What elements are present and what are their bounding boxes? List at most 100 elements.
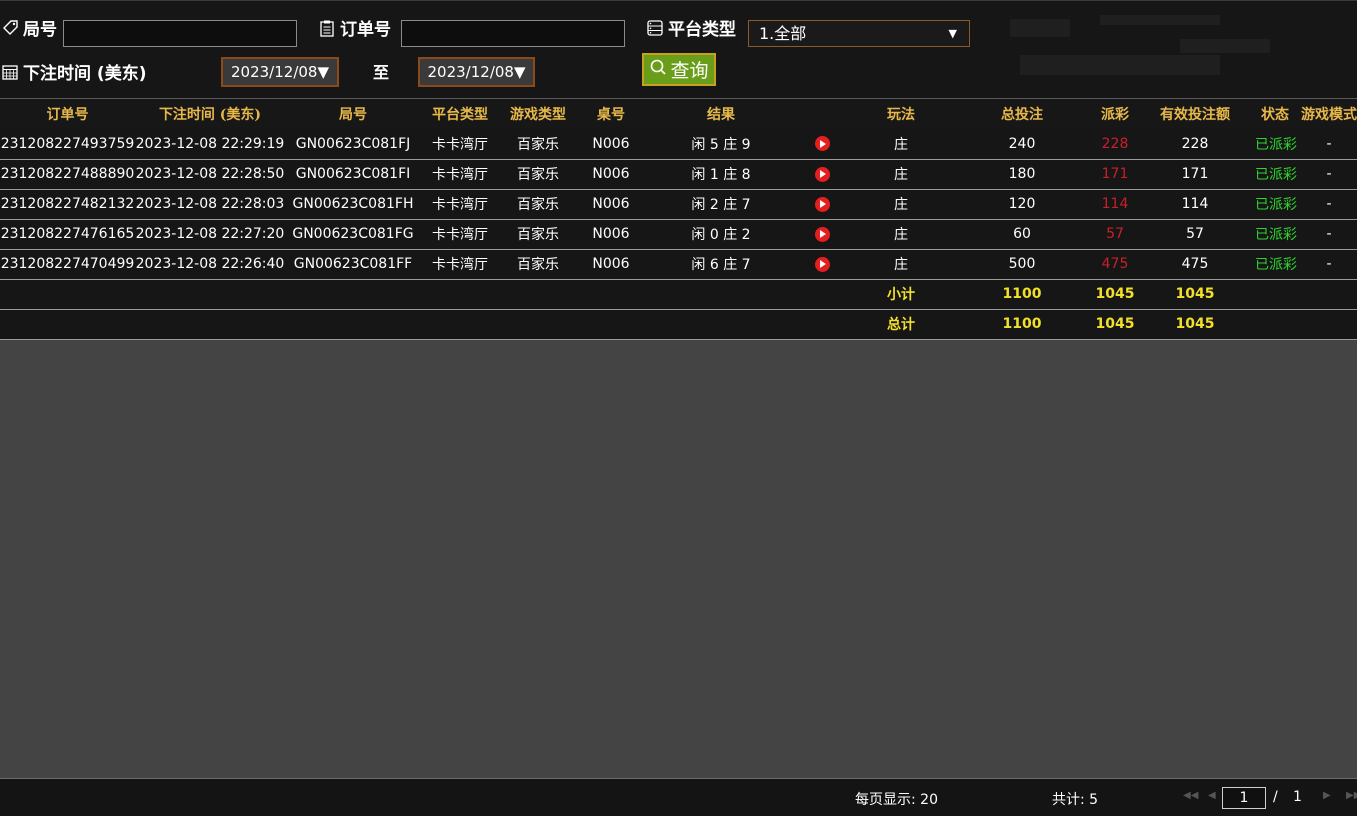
total-label: 总计 xyxy=(847,309,955,340)
bet-time-cell: 2023-12-08 22:27:20 xyxy=(135,219,285,250)
first-page-icon[interactable]: ◀◀ xyxy=(1183,790,1198,801)
platform-cell: 卡卡湾厅 xyxy=(421,129,499,160)
date-from-picker[interactable]: 2023/12/08▼ xyxy=(221,57,339,87)
play-type-cell: 庄 xyxy=(847,129,955,160)
round-cell: GN00623C081FG xyxy=(285,219,421,250)
col-header-table-no[interactable]: 桌号 xyxy=(577,99,645,129)
table-no-cell: N006 xyxy=(577,249,645,280)
status-cell: 已派彩 xyxy=(1249,129,1301,160)
order-cell: 231208227470499 xyxy=(0,249,135,280)
col-header-platform[interactable]: 平台类型 xyxy=(421,99,499,129)
order-number-input[interactable] xyxy=(401,20,625,47)
payout-cell: 57 xyxy=(1089,219,1141,250)
total-count-text: 共计: 5 xyxy=(1052,792,1099,808)
table-header-row: 订单号 下注时间 (美东) 局号 平台类型 游戏类型 桌号 结果 玩法 总投注 … xyxy=(0,99,1357,129)
valid-bet-cell: 114 xyxy=(1141,189,1249,220)
bet-time-label: 下注时间 (美东) xyxy=(1,59,146,84)
table-row: 231208227476165 2023-12-08 22:27:20 GN00… xyxy=(0,219,1357,250)
total-bet: 1100 xyxy=(955,309,1089,340)
subtotal-payout: 1045 xyxy=(1089,279,1141,310)
game-type-cell: 百家乐 xyxy=(499,129,577,160)
payout-cell: 114 xyxy=(1089,189,1141,220)
last-page-icon[interactable]: ▶▶ xyxy=(1346,790,1357,801)
total-valid: 1045 xyxy=(1141,309,1249,340)
result-cell: 闲 6 庄 7 xyxy=(645,249,797,280)
table-no-cell: N006 xyxy=(577,219,645,250)
prev-page-icon[interactable]: ◀ xyxy=(1208,790,1216,801)
col-header-video xyxy=(797,99,847,129)
subtotal-valid: 1045 xyxy=(1141,279,1249,310)
play-icon[interactable] xyxy=(814,196,830,212)
game-type-cell: 百家乐 xyxy=(499,249,577,280)
table-row: 231208227470499 2023-12-08 22:26:40 GN00… xyxy=(0,249,1357,280)
order-cell: 231208227488890 xyxy=(0,159,135,190)
game-mode-cell: - xyxy=(1301,219,1357,250)
status-cell: 已派彩 xyxy=(1249,189,1301,220)
play-icon[interactable] xyxy=(814,166,830,182)
result-cell: 闲 5 庄 9 xyxy=(645,129,797,160)
total-trailing xyxy=(1249,309,1357,340)
total-row: 总计 1100 1045 1045 xyxy=(0,309,1357,340)
bet-time-cell: 2023-12-08 22:26:40 xyxy=(135,249,285,280)
subtotal-row: 小计 1100 1045 1045 xyxy=(0,279,1357,310)
col-header-round[interactable]: 局号 xyxy=(285,99,421,129)
bet-time-cell: 2023-12-08 22:29:19 xyxy=(135,129,285,160)
game-type-cell: 百家乐 xyxy=(499,189,577,220)
col-header-result[interactable]: 结果 xyxy=(645,99,797,129)
search-icon xyxy=(649,58,667,81)
calendar-icon xyxy=(1,63,19,81)
video-cell xyxy=(797,189,847,220)
round-cell: GN00623C081FH xyxy=(285,189,421,220)
col-header-order[interactable]: 订单号 xyxy=(0,99,135,129)
platform-type-select[interactable]: 1.全部 ▼ xyxy=(748,20,970,47)
current-page-input[interactable]: 1 xyxy=(1222,787,1266,809)
subtotal-spacer xyxy=(0,279,847,310)
clipboard-icon xyxy=(318,19,336,37)
col-header-play-type[interactable]: 玩法 xyxy=(847,99,955,129)
video-cell xyxy=(797,249,847,280)
col-header-valid-bet[interactable]: 有效投注额 xyxy=(1141,99,1249,129)
col-header-game-type[interactable]: 游戏类型 xyxy=(499,99,577,129)
date-to-picker[interactable]: 2023/12/08▼ xyxy=(418,57,535,87)
round-cell: GN00623C081FI xyxy=(285,159,421,190)
valid-bet-cell: 475 xyxy=(1141,249,1249,280)
payout-cell: 475 xyxy=(1089,249,1141,280)
valid-bet-cell: 228 xyxy=(1141,129,1249,160)
round-cell: GN00623C081FF xyxy=(285,249,421,280)
valid-bet-cell: 57 xyxy=(1141,219,1249,250)
platform-cell: 卡卡湾厅 xyxy=(421,249,499,280)
date-range-separator: 至 xyxy=(373,63,390,82)
round-cell: GN00623C081FJ xyxy=(285,129,421,160)
payout-cell: 228 xyxy=(1089,129,1141,160)
order-cell: 231208227476165 xyxy=(0,219,135,250)
col-header-total-bet[interactable]: 总投注 xyxy=(955,99,1089,129)
round-number-input[interactable] xyxy=(63,20,297,47)
play-icon[interactable] xyxy=(814,136,830,152)
result-cell: 闲 0 庄 2 xyxy=(645,219,797,250)
pagination-bar: 每页显示: 20 共计: 5 ◀◀ ◀ 1 / 1 ▶ ▶▶ xyxy=(0,778,1357,816)
play-icon[interactable] xyxy=(814,256,830,272)
next-page-icon[interactable]: ▶ xyxy=(1323,790,1331,801)
order-number-label: 订单号 xyxy=(318,15,391,40)
status-cell: 已派彩 xyxy=(1249,159,1301,190)
total-bet-cell: 240 xyxy=(955,129,1089,160)
game-type-cell: 百家乐 xyxy=(499,219,577,250)
game-mode-cell: - xyxy=(1301,159,1357,190)
play-icon[interactable] xyxy=(814,226,830,242)
col-header-bet-time[interactable]: 下注时间 (美东) xyxy=(135,99,285,129)
page-size-text: 每页显示: 20 xyxy=(855,792,938,808)
video-cell xyxy=(797,219,847,250)
query-button[interactable]: 查询 xyxy=(642,53,716,86)
col-header-status[interactable]: 状态 xyxy=(1249,99,1301,129)
play-type-cell: 庄 xyxy=(847,159,955,190)
total-bet-cell: 500 xyxy=(955,249,1089,280)
table-no-cell: N006 xyxy=(577,189,645,220)
platform-type-label: 平台类型 xyxy=(646,15,736,40)
col-header-payout[interactable]: 派彩 xyxy=(1089,99,1141,129)
col-header-game-mode[interactable]: 游戏模式 xyxy=(1301,99,1357,129)
bet-time-cell: 2023-12-08 22:28:03 xyxy=(135,189,285,220)
result-cell: 闲 2 庄 7 xyxy=(645,189,797,220)
total-payout: 1045 xyxy=(1089,309,1141,340)
play-type-cell: 庄 xyxy=(847,189,955,220)
tag-icon xyxy=(2,19,19,36)
